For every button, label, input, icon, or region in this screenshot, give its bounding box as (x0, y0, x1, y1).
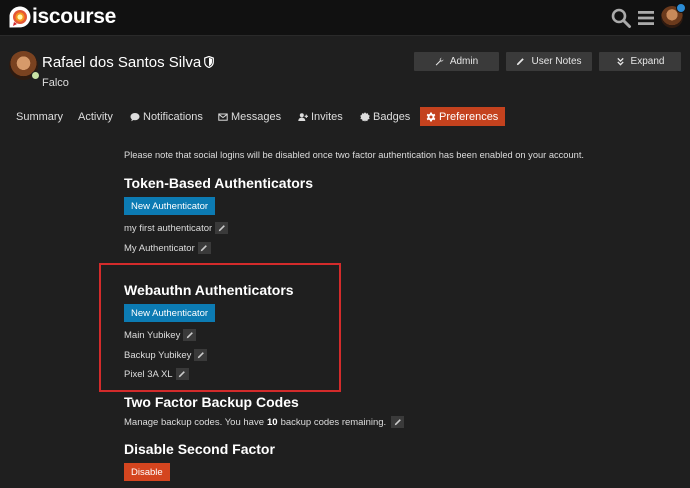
tab-preferences[interactable]: Preferences (420, 107, 505, 126)
angles-down-icon (616, 57, 624, 66)
backup-text-before: Manage backup codes. You have (124, 416, 264, 428)
backup-codes-info: Manage backup codes. You have 10 backup … (124, 416, 405, 428)
disable-second-factor-button[interactable]: Disable (124, 463, 170, 481)
search-icon[interactable] (610, 7, 632, 29)
discourse-logo-icon (9, 6, 31, 28)
social-login-note: Please note that social logins will be d… (124, 150, 584, 160)
tab-invites-label: Invites (311, 110, 343, 123)
gear-icon (426, 112, 436, 121)
pencil-icon (218, 225, 225, 232)
certificate-icon (360, 111, 370, 122)
logo-text: iscourse (32, 5, 116, 28)
backup-codes-heading: Two Factor Backup Codes (124, 394, 299, 410)
tab-badges-label: Badges (373, 110, 411, 123)
edit-backup-codes-button[interactable] (391, 416, 405, 428)
tab-badges[interactable]: Badges (354, 107, 416, 126)
tab-activity-label: Activity (78, 110, 113, 123)
user-nav: Summary Activity Notifications Messages … (0, 107, 690, 127)
tab-preferences-label: Preferences (439, 110, 499, 123)
token-authenticator-name: My Authenticator (124, 242, 195, 254)
edit-button[interactable] (197, 242, 211, 254)
disable-heading: Disable Second Factor (124, 441, 275, 457)
notification-badge[interactable] (676, 3, 686, 13)
edit-button[interactable] (215, 222, 229, 234)
token-authenticator-item: My Authenticator (124, 242, 211, 254)
pencil-icon (394, 419, 401, 426)
envelope-icon (218, 113, 228, 121)
status-indicator (31, 71, 40, 80)
disable-label: Disable (131, 466, 163, 478)
admin-button[interactable]: Admin (414, 52, 499, 71)
tab-activity[interactable]: Activity (72, 107, 119, 126)
pencil-icon (517, 58, 525, 66)
new-token-authenticator-button[interactable]: New Authenticator (124, 197, 216, 215)
token-heading: Token-Based Authenticators (124, 175, 314, 191)
backup-text-after: backup codes remaining. (280, 416, 387, 428)
expand-label: Expand (630, 56, 665, 67)
new-token-authenticator-label: New Authenticator (131, 200, 209, 212)
token-authenticator-item: my first authenticator (124, 222, 229, 234)
profile-name: Rafael dos Santos Silva (42, 54, 202, 71)
admin-label: Admin (449, 56, 479, 67)
tab-notifications[interactable]: Notifications (124, 107, 209, 126)
backup-codes-count: 10 (266, 416, 278, 428)
tab-notifications-label: Notifications (143, 110, 203, 123)
tab-messages[interactable]: Messages (212, 107, 287, 126)
user-notes-button[interactable]: User Notes (506, 52, 592, 71)
expand-button[interactable]: Expand (599, 52, 681, 71)
token-authenticator-name: my first authenticator (124, 222, 213, 234)
tab-messages-label: Messages (231, 110, 282, 123)
user-plus-icon (298, 112, 308, 121)
hamburger-icon[interactable] (635, 7, 657, 29)
webauthn-highlight-box (99, 263, 341, 392)
shield-icon (204, 56, 214, 68)
wrench-icon (435, 57, 444, 66)
user-notes-label: User Notes (531, 56, 582, 67)
site-header: iscourse (0, 0, 690, 36)
tab-summary-label: Summary (16, 110, 64, 123)
profile-title: Falco (42, 77, 69, 89)
pencil-icon (201, 245, 208, 252)
site-logo[interactable]: iscourse (8, 5, 116, 29)
comment-icon (130, 112, 140, 121)
tab-summary[interactable]: Summary (10, 107, 69, 126)
tab-invites[interactable]: Invites (292, 107, 349, 126)
